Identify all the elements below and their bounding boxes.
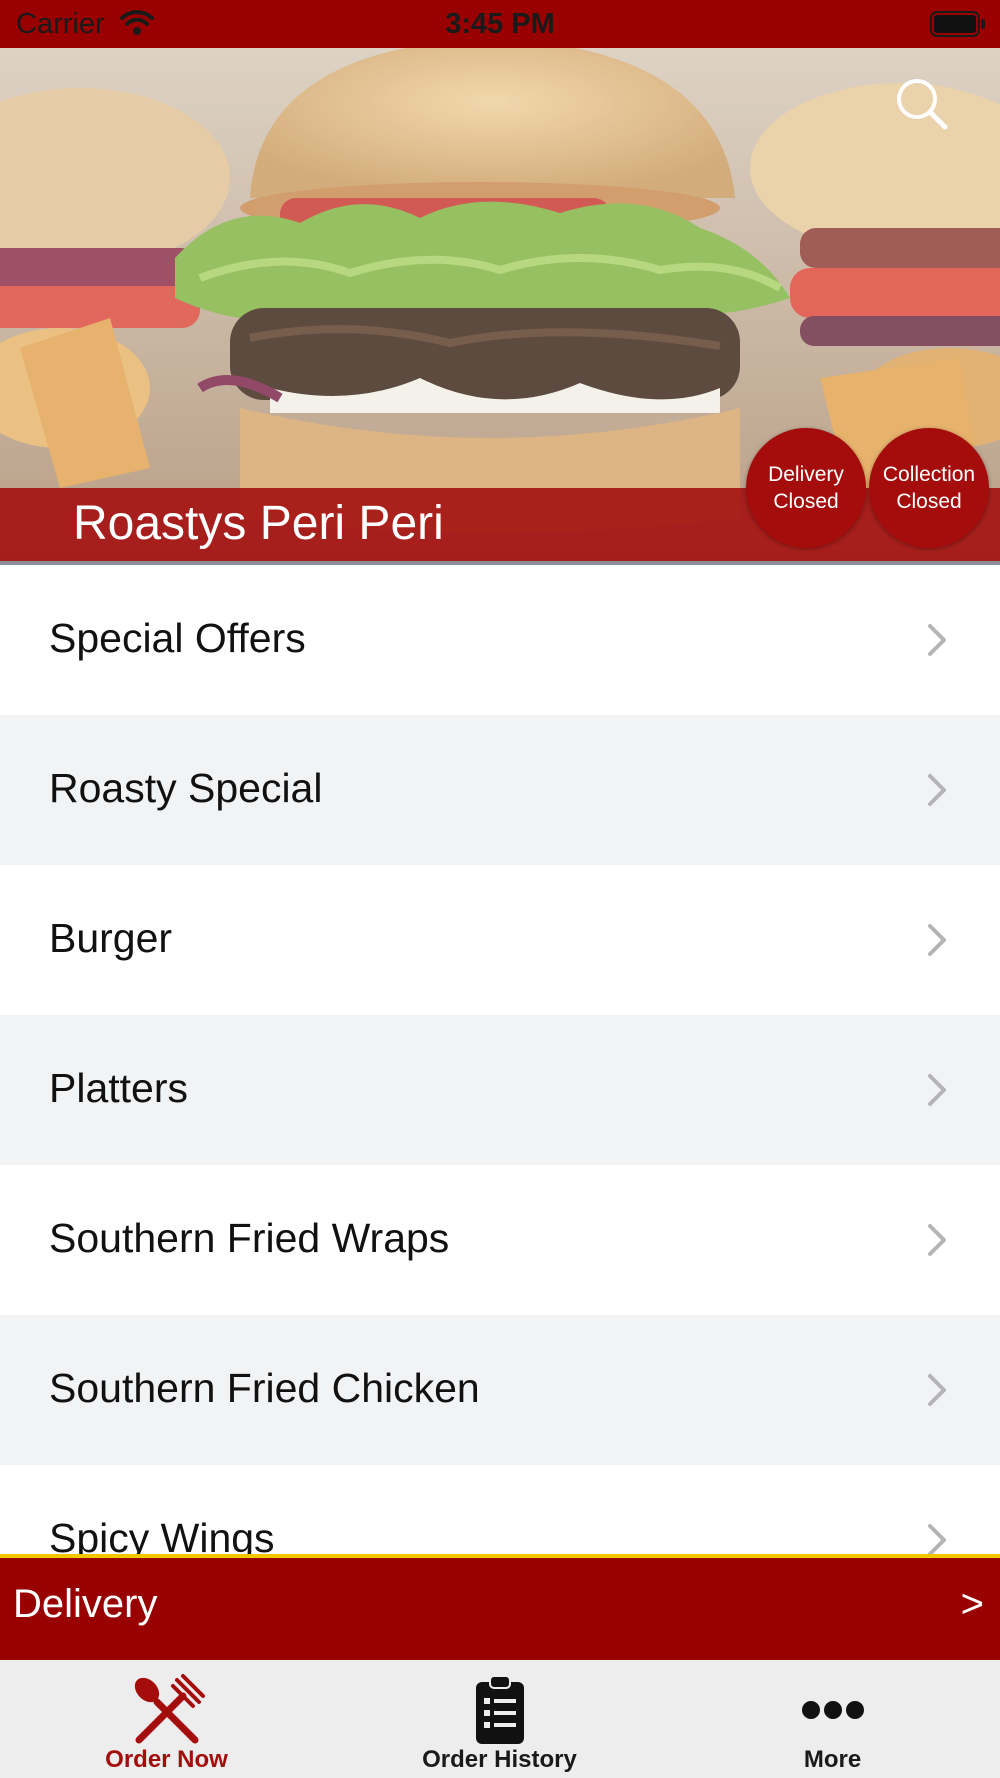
collection-status-badge: Collection Closed <box>869 428 989 548</box>
collection-badge-line1: Collection <box>882 463 976 486</box>
menu-item-label: Roasty Special <box>49 765 323 811</box>
delivery-arrow: > <box>960 1582 984 1626</box>
chevron-right-icon <box>926 772 948 813</box>
menu-item-special-offers[interactable]: Special Offers <box>0 565 1000 715</box>
menu-item-platters[interactable]: Platters <box>0 1015 1000 1165</box>
chevron-right-icon <box>926 622 948 663</box>
tab-order-now[interactable]: Order Now <box>0 1660 333 1778</box>
collection-badge-line2: Closed <box>896 490 962 513</box>
menu-item-burger[interactable]: Burger <box>0 865 1000 1015</box>
menu-item-label: Spicy Wings <box>49 1515 275 1555</box>
delivery-badge-line1: Delivery <box>768 463 844 486</box>
bottom-tab-bar: Order Now Order History More <box>0 1660 1000 1778</box>
search-icon <box>897 79 948 130</box>
delivery-badge-line2: Closed <box>773 490 839 513</box>
search-button[interactable] <box>892 74 952 134</box>
menu-item-southern-fried-chicken[interactable]: Southern Fried Chicken <box>0 1315 1000 1465</box>
clock-label: 3:45 PM <box>445 8 555 40</box>
chevron-right-icon <box>926 1072 948 1113</box>
chevron-right-icon <box>926 922 948 963</box>
menu-item-label: Southern Fried Chicken <box>49 1365 480 1411</box>
menu-item-roasty-special[interactable]: Roasty Special <box>0 715 1000 865</box>
chevron-right-icon <box>926 1222 948 1263</box>
delivery-mode-bar[interactable]: Delivery > <box>0 1554 1000 1660</box>
menu-item-label: Burger <box>49 915 173 961</box>
menu-item-southern-fried-wraps[interactable]: Southern Fried Wraps <box>0 1165 1000 1315</box>
tab-label: More <box>803 1746 862 1773</box>
tab-label: Order History <box>422 1746 577 1773</box>
ellipsis-icon <box>666 1668 999 1752</box>
menu-item-spicy-wings[interactable]: Spicy Wings <box>0 1465 1000 1555</box>
hero-banner: Roastys Peri Peri Delivery Closed Collec… <box>0 48 1000 564</box>
battery-icon <box>930 11 986 42</box>
status-bar: Carrier 3:45 PM <box>0 0 1000 48</box>
clipboard-icon <box>333 1668 666 1752</box>
menu-item-label: Platters <box>49 1065 188 1111</box>
fork-knife-icon <box>0 1668 333 1752</box>
delivery-mode-label: Delivery <box>13 1582 158 1626</box>
delivery-status-badge: Delivery Closed <box>746 428 866 548</box>
menu-item-label: Special Offers <box>49 615 306 661</box>
menu-category-list[interactable]: Special Offers Roasty Special Burger Pla… <box>0 565 1000 1555</box>
tab-order-history[interactable]: Order History <box>333 1660 666 1778</box>
tab-more[interactable]: More <box>666 1660 999 1778</box>
tab-label: Order Now <box>105 1746 228 1773</box>
restaurant-name: Roastys Peri Peri <box>73 497 444 550</box>
chevron-right-icon <box>926 1372 948 1413</box>
menu-item-label: Southern Fried Wraps <box>49 1215 450 1261</box>
chevron-right-icon <box>926 1522 948 1555</box>
